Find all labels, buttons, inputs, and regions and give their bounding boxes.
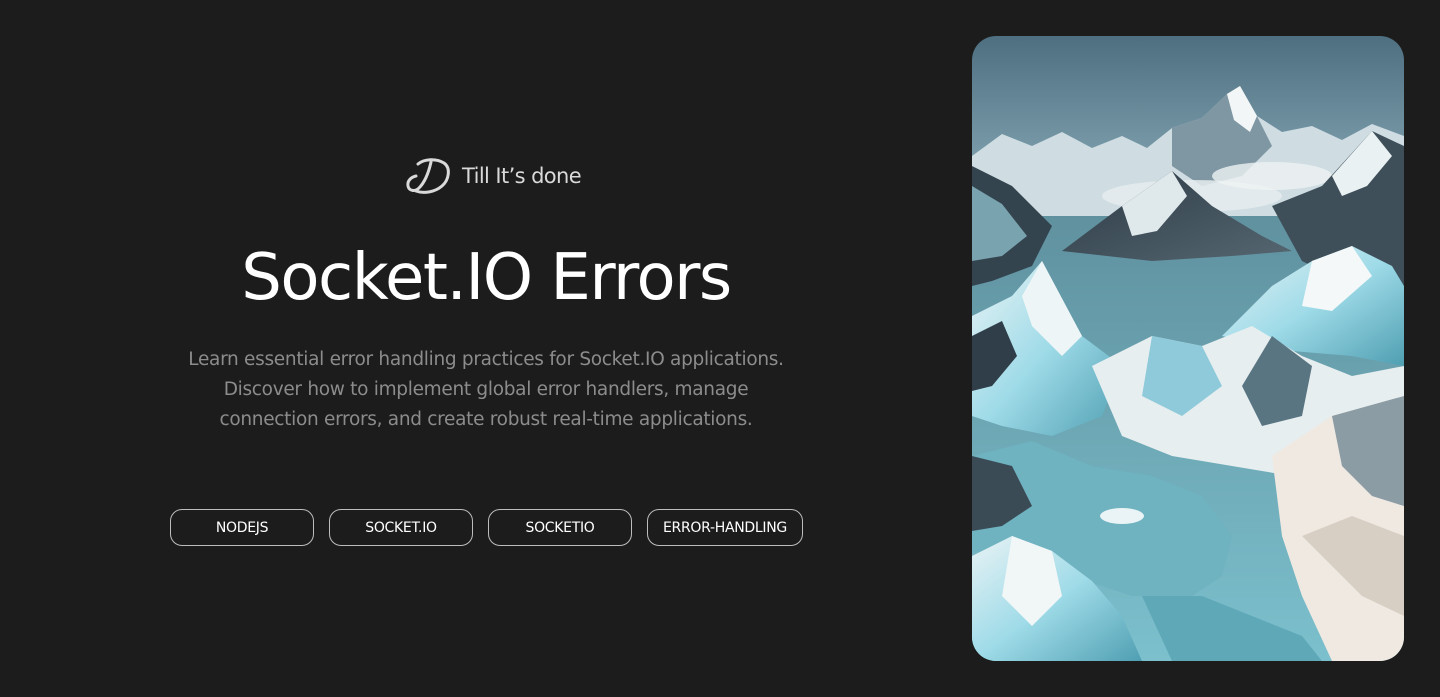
description-line: Discover how to implement global error h…: [223, 379, 749, 400]
tag-socket-io[interactable]: SOCKET.IO: [329, 509, 473, 546]
tag-nodejs[interactable]: NODEJS: [170, 509, 314, 546]
brand[interactable]: Till It’s done: [404, 154, 582, 198]
hero-image: [972, 36, 1404, 661]
page: Till It’s done Socket.IO Errors Learn es…: [0, 0, 1440, 697]
brand-name: Till It’s done: [462, 164, 582, 188]
page-title: Socket.IO Errors: [241, 241, 732, 315]
tag-error-handling[interactable]: ERROR-HANDLING: [647, 509, 803, 546]
hero-text-section: Till It’s done Socket.IO Errors Learn es…: [0, 0, 972, 697]
description-line: Learn essential error handling practices…: [188, 349, 784, 370]
tag-list: NODEJS SOCKET.IO SOCKETIO ERROR-HANDLING: [170, 509, 803, 546]
mountain-landscape-image: [972, 36, 1404, 661]
tag-socketio[interactable]: SOCKETIO: [488, 509, 632, 546]
article-description: Learn essential error handling practices…: [166, 345, 806, 435]
td-monogram-logo-icon: [406, 158, 450, 194]
description-line: connection errors, and create robust rea…: [219, 409, 753, 430]
